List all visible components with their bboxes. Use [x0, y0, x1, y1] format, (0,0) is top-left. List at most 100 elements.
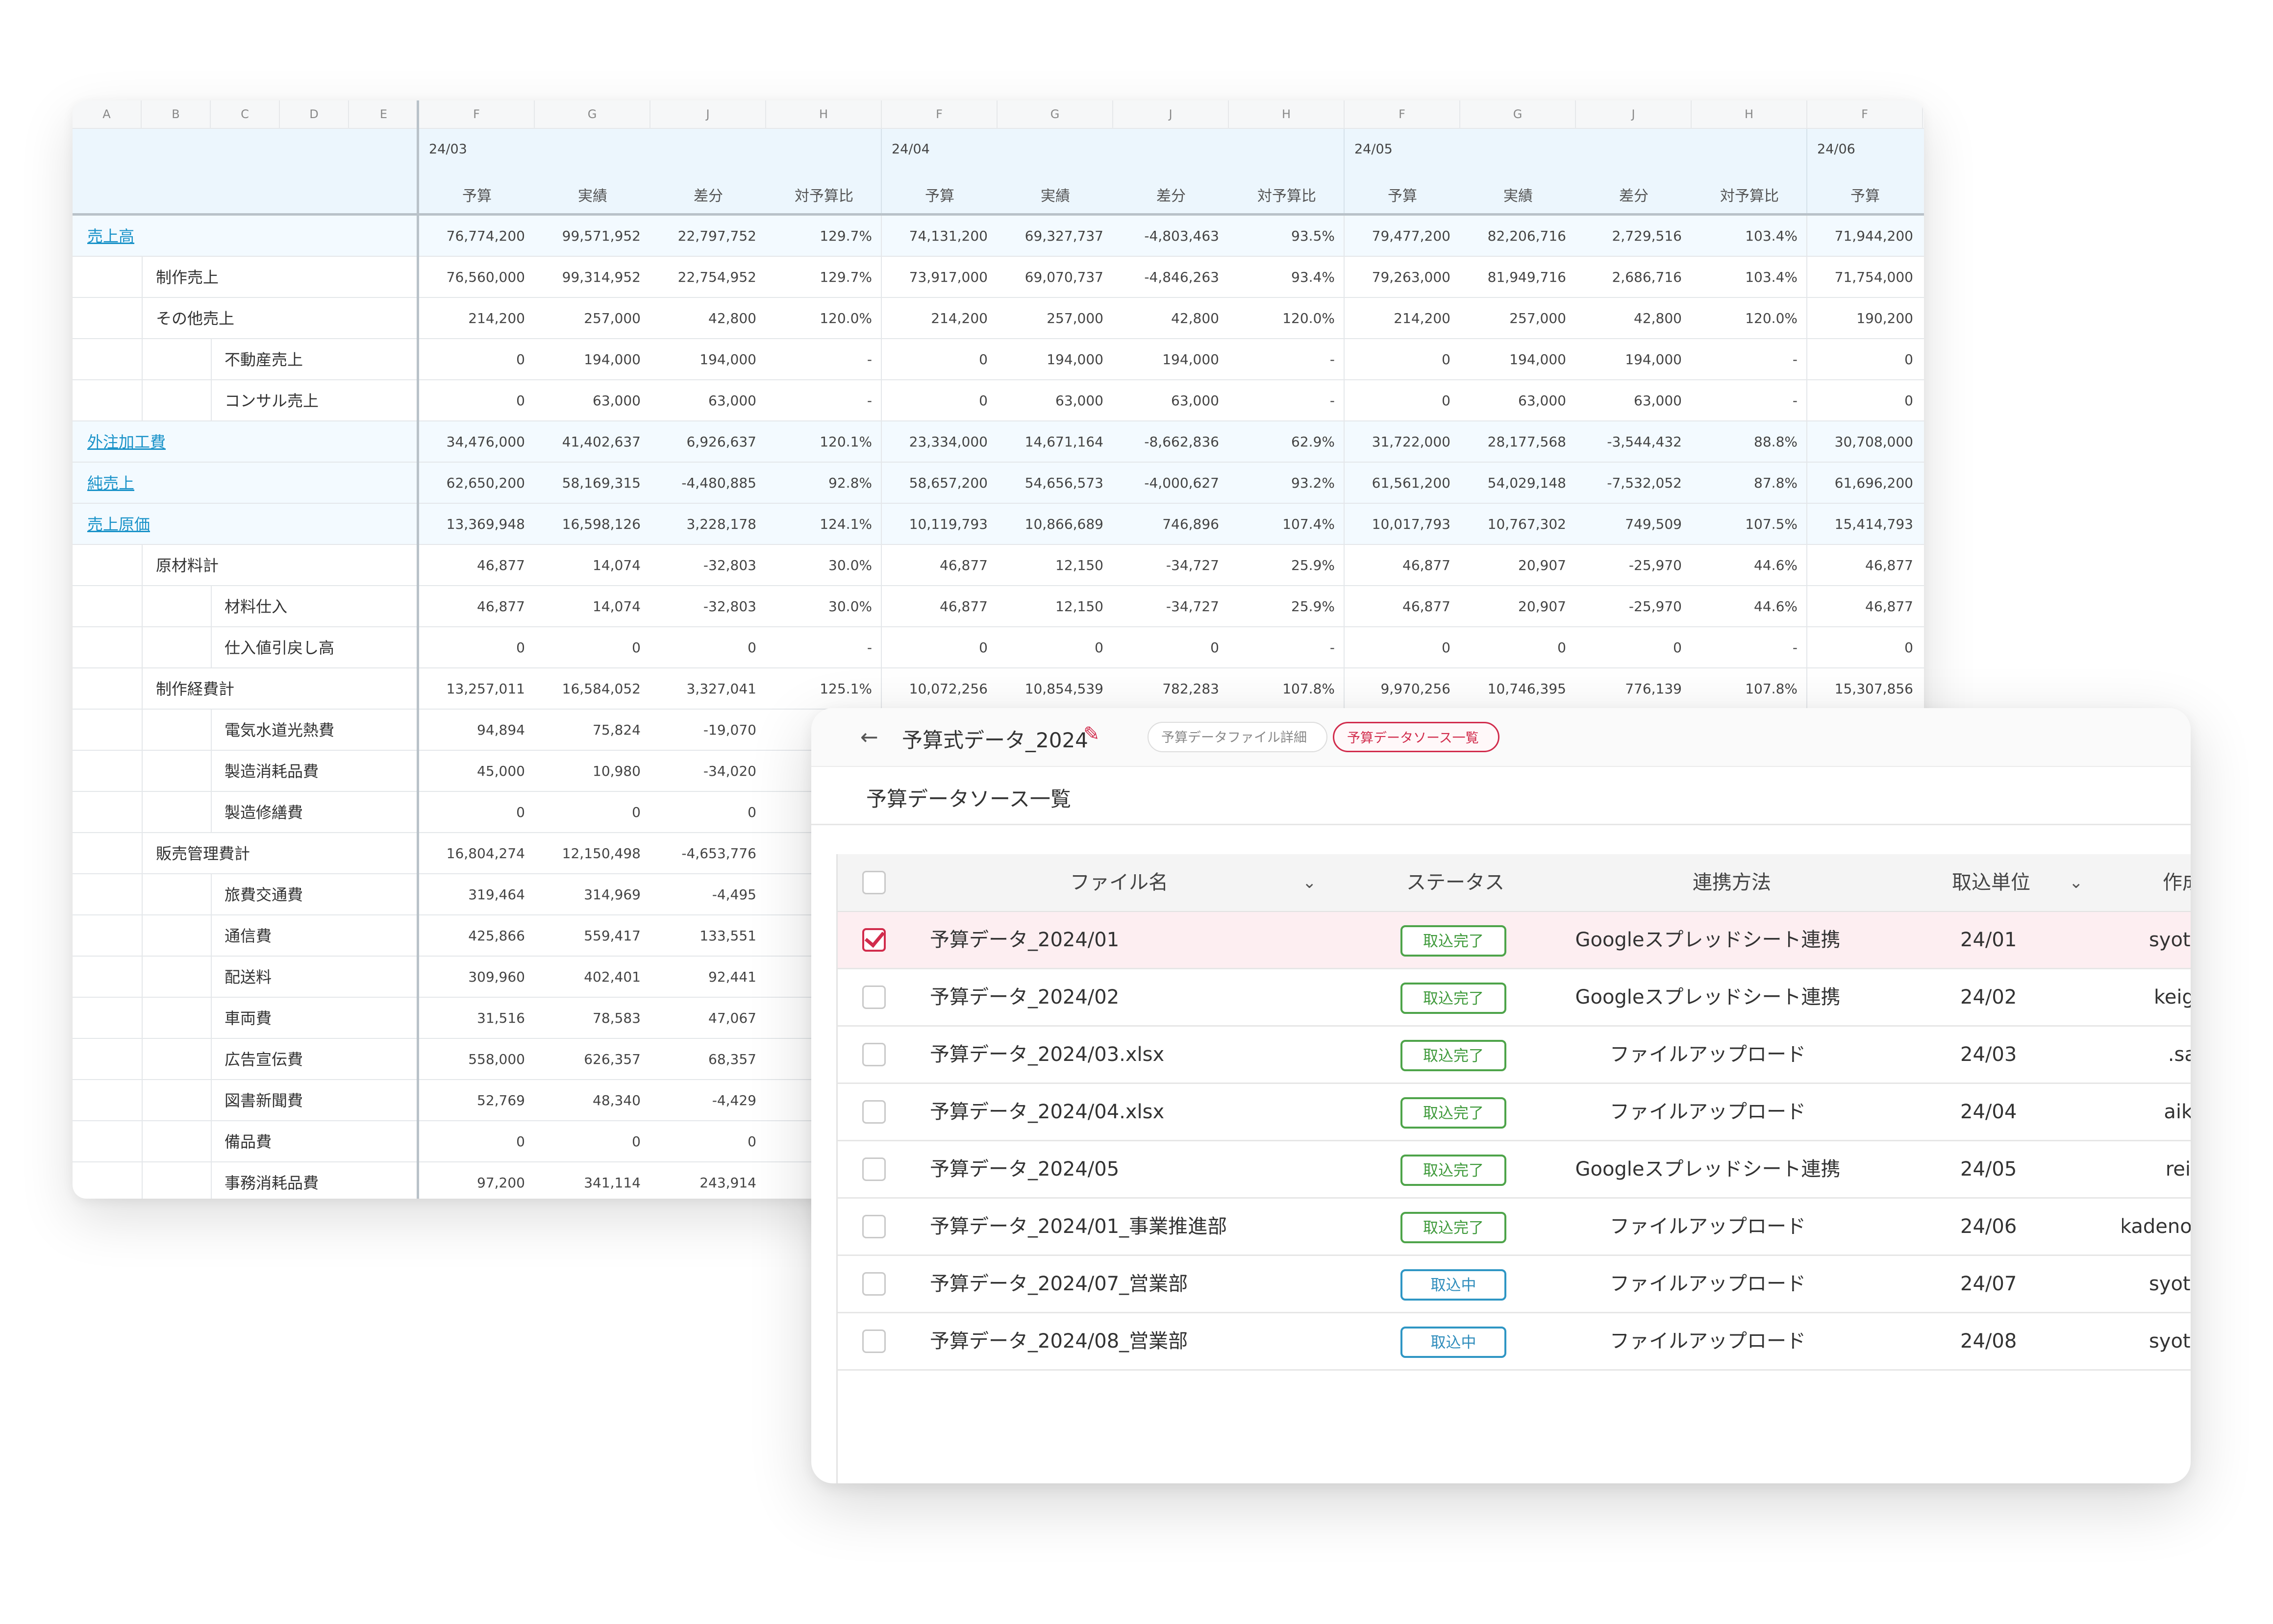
row-checkbox[interactable]: [862, 1043, 886, 1066]
cell-value: 10,746,395: [1487, 681, 1566, 697]
row-label: 通信費: [225, 927, 272, 945]
column-letter[interactable]: F: [1807, 100, 1923, 128]
column-letter[interactable]: J: [1113, 100, 1229, 128]
column-letter[interactable]: H: [1692, 100, 1807, 128]
file-name[interactable]: 予算データ_2024/03.xlsx: [930, 1027, 1164, 1083]
row-checkbox[interactable]: [862, 1100, 886, 1124]
file-name[interactable]: 予算データ_2024/01: [930, 912, 1119, 968]
file-name[interactable]: 予算データ_2024/08_営業部: [930, 1313, 1188, 1369]
table-row[interactable]: 予算データ_2024/03.xlsx 取込完了 ファイルアップロード 24/03 say…: [838, 1027, 2191, 1084]
import-unit: 24/04: [1960, 1101, 2017, 1123]
indent-guide: [142, 998, 143, 1039]
row-checkbox[interactable]: [862, 1329, 886, 1353]
column-letter[interactable]: F: [882, 100, 998, 128]
indent-guide: [211, 1121, 212, 1162]
row-checkbox[interactable]: [862, 1215, 886, 1238]
column-letter[interactable]: H: [1229, 100, 1345, 128]
table-row[interactable]: 予算データ_2024/08_営業部 取込中 ファイルアップロード 24/08 syota…: [838, 1313, 2191, 1371]
table-row[interactable]: 予算データ_2024/02 取込完了 Googleスプレッドシート連携 24/02 ke…: [838, 969, 2191, 1027]
cell-value: 46,877: [477, 598, 525, 615]
column-letter[interactable]: F: [1345, 100, 1460, 128]
column-header-file[interactable]: ファイル名: [1070, 854, 1168, 911]
cell-value: 97,200: [477, 1175, 525, 1191]
cell-value: 749,509: [1625, 516, 1682, 532]
indent-guide: [211, 1080, 212, 1121]
row-label[interactable]: 売上原価: [87, 504, 150, 545]
row-label: 車両費: [225, 1009, 272, 1028]
row-label[interactable]: 売上高: [87, 216, 134, 257]
cell-value: 22,797,752: [677, 228, 756, 244]
column-letter[interactable]: G: [998, 100, 1113, 128]
period-divider: [1806, 545, 1807, 586]
cell-value: 2,686,716: [1612, 269, 1682, 285]
column-letter[interactable]: H: [766, 100, 882, 128]
cell-value: 74,131,200: [909, 228, 988, 244]
file-name[interactable]: 予算データ_2024/04.xlsx: [930, 1084, 1164, 1140]
table-row[interactable]: 予算データ_2024/05 取込完了 Googleスプレッドシート連携 24/05 re…: [838, 1141, 2191, 1199]
chevron-down-icon[interactable]: ⌄: [2069, 854, 2083, 911]
cell-value: 31,722,000: [1372, 434, 1450, 450]
row-checkbox[interactable]: [862, 985, 886, 1009]
cell-value: -: [867, 640, 872, 656]
indent-guide: [211, 1162, 212, 1199]
column-letter[interactable]: E: [349, 100, 419, 128]
file-name[interactable]: 予算データ_2024/02: [930, 969, 1119, 1025]
file-name[interactable]: 予算データ_2024/07_営業部: [930, 1256, 1188, 1312]
column-letter[interactable]: C: [211, 100, 280, 128]
cell-value: 12,150: [1055, 598, 1103, 615]
period-divider: [1344, 504, 1345, 545]
file-name[interactable]: 予算データ_2024/05: [930, 1141, 1119, 1197]
select-all-checkbox[interactable]: [862, 871, 886, 894]
indent-guide: [211, 792, 212, 833]
cell-value: -: [1329, 393, 1335, 409]
column-header: 差分: [1156, 188, 1186, 205]
chevron-down-icon[interactable]: ⌄: [1302, 854, 1317, 911]
table-row[interactable]: 予算データ_2024/01 取込完了 Googleスプレッドシート連携 24/01 sy…: [838, 912, 2191, 969]
table-row[interactable]: 予算データ_2024/07_営業部 取込中 ファイルアップロード 24/07 syota…: [838, 1256, 2191, 1313]
cell-value: -25,970: [1628, 557, 1682, 573]
cell-value: 25.9%: [1291, 557, 1335, 573]
period-divider: [1806, 463, 1807, 504]
pencil-icon[interactable]: ✎: [1083, 723, 1100, 745]
column-letter[interactable]: A: [73, 100, 142, 128]
tab-file-detail[interactable]: 予算データファイル詳細: [1148, 722, 1327, 752]
row-checkbox[interactable]: [862, 1272, 886, 1296]
creator: kadenokoj: [2122, 1215, 2191, 1238]
table-row[interactable]: 予算データ_2024/04.xlsx 取込完了 ファイルアップロード 24/04 aik…: [838, 1084, 2191, 1141]
column-letter[interactable]: B: [142, 100, 211, 128]
panel-header: ← 予算式データ_2024 ✎ 予算データファイル詳細 予算データソース一覧: [811, 708, 2191, 767]
status-badge: 取込中: [1400, 1269, 1506, 1301]
row-label: その他売上: [156, 309, 235, 328]
row-checkbox[interactable]: [862, 928, 886, 952]
cell-value: 319,464: [468, 886, 525, 903]
cell-value: 107.8%: [1745, 681, 1798, 697]
file-name[interactable]: 予算データ_2024/01_事業推進部: [930, 1199, 1227, 1255]
cell-value: 194,000: [1625, 351, 1682, 368]
column-letter[interactable]: J: [650, 100, 766, 128]
row-label[interactable]: 外注加工費: [87, 421, 166, 463]
row-label[interactable]: 純売上: [87, 463, 134, 504]
period-label: 24/06: [1817, 142, 1855, 157]
cell-value: 78,583: [593, 1010, 641, 1026]
arrow-left-icon[interactable]: ←: [860, 725, 878, 750]
column-letter[interactable]: F: [419, 100, 535, 128]
cell-value: 76,560,000: [446, 269, 525, 285]
tab-source-list[interactable]: 予算データソース一覧: [1333, 722, 1499, 752]
cell-value: 425,866: [468, 928, 525, 944]
row-checkbox[interactable]: [862, 1157, 886, 1181]
cell-value: 0: [516, 351, 525, 368]
column-letter[interactable]: D: [280, 100, 349, 128]
table-row[interactable]: 予算データ_2024/01_事業推進部 取込完了 ファイルアップロード 24/06 ka…: [838, 1199, 2191, 1256]
column-letter[interactable]: J: [1576, 100, 1692, 128]
cell-value: 71,944,200: [1834, 228, 1913, 244]
column-letter[interactable]: G: [1460, 100, 1576, 128]
column-letter[interactable]: G: [535, 100, 650, 128]
cell-value: 63,000: [593, 393, 641, 409]
column-header-unit[interactable]: 取込単位: [1952, 854, 2030, 911]
cell-value: 14,671,164: [1024, 434, 1103, 450]
cell-value: 45,000: [477, 763, 525, 779]
table-row: 不動産売上 0 194,000 194,000 - 0 194,000 194,000 - 0 19…: [73, 339, 1924, 380]
period-divider: [881, 421, 882, 463]
cell-value: 0: [979, 393, 988, 409]
period-divider: [881, 545, 882, 586]
